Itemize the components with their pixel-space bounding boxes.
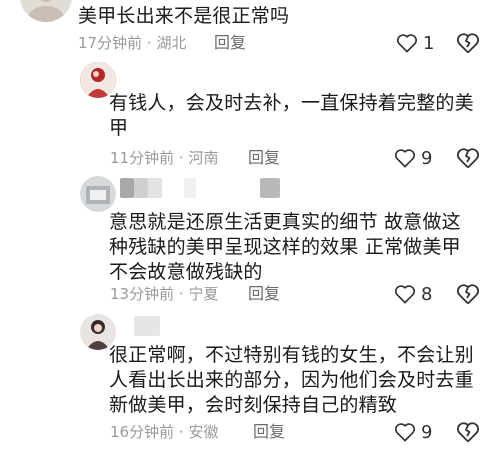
comment-location: 河南 <box>188 149 219 167</box>
heart-outline-icon <box>394 423 416 442</box>
comment-location: 宁夏 <box>188 285 219 303</box>
comment-meta: 17分钟前 · 湖北 <box>78 33 186 53</box>
broken-heart-icon[interactable] <box>456 146 480 170</box>
comment-text-line: 甲 <box>109 117 129 139</box>
comment-time: 11分钟前 <box>110 149 175 167</box>
comment-text-line: 新做美甲，会时刻保持自己的精致 <box>109 394 398 416</box>
avatar[interactable] <box>20 0 72 22</box>
comment-time: 17分钟前 <box>78 34 143 52</box>
reply-button[interactable]: 回复 <box>214 33 246 53</box>
comment-text-line: 意思就是还原生活更真实的细节 故意做这 <box>109 211 461 233</box>
like-count: 9 <box>421 421 433 443</box>
comment-meta: 13分钟前 · 宁夏 <box>110 284 218 304</box>
like-button[interactable]: 1 <box>396 31 434 55</box>
comment-text: 有钱人，会及时去补，一直保持着完整的美 甲 <box>109 91 474 141</box>
comment-text-line: 种残缺的美甲呈现这样的效果 正常做美甲 <box>109 236 461 258</box>
username-redacted <box>120 178 310 198</box>
comment-text: 美甲长出来不是很正常吗 <box>78 5 290 27</box>
like-button[interactable]: 9 <box>394 420 432 444</box>
heart-outline-icon <box>394 149 416 168</box>
comment-time: 13分钟前 <box>110 285 175 303</box>
meta-separator: · <box>178 285 184 303</box>
comment-location: 安徽 <box>188 423 219 441</box>
broken-heart-icon[interactable] <box>456 282 480 306</box>
like-button[interactable]: 9 <box>394 146 432 170</box>
avatar[interactable] <box>80 176 116 212</box>
like-button[interactable]: 8 <box>394 282 432 306</box>
like-count: 9 <box>421 147 433 169</box>
comment-meta: 11分钟前 · 河南 <box>110 148 218 168</box>
reply-button[interactable]: 回复 <box>253 422 285 442</box>
like-count: 1 <box>423 32 435 54</box>
username-redacted <box>120 316 180 336</box>
comment-text: 很正常啊，不过特别有钱的女生，不会让别 人看出长出来的部分，因为他们会及时去重 … <box>109 343 474 418</box>
comment-text-line: 很正常啊，不过特别有钱的女生，不会让别 <box>109 344 474 366</box>
reply-button[interactable]: 回复 <box>248 284 280 304</box>
meta-separator: · <box>146 34 152 52</box>
heart-outline-icon <box>396 34 418 53</box>
meta-separator: · <box>178 423 184 441</box>
comment-location: 湖北 <box>156 34 187 52</box>
comment-text-line: 有钱人，会及时去补，一直保持着完整的美 <box>109 92 474 114</box>
broken-heart-icon[interactable] <box>456 420 480 444</box>
like-count: 8 <box>421 283 433 305</box>
heart-outline-icon <box>394 285 416 304</box>
meta-separator: · <box>178 149 184 167</box>
comment-text-line: 人看出长出来的部分，因为他们会及时去重 <box>109 369 474 391</box>
comment-time: 16分钟前 <box>110 423 175 441</box>
reply-button[interactable]: 回复 <box>248 148 280 168</box>
comment-meta: 16分钟前 · 安徽 <box>110 422 218 442</box>
broken-heart-icon[interactable] <box>456 31 480 55</box>
comment-text: 意思就是还原生活更真实的细节 故意做这 种残缺的美甲呈现这样的效果 正常做美甲 … <box>109 210 461 285</box>
